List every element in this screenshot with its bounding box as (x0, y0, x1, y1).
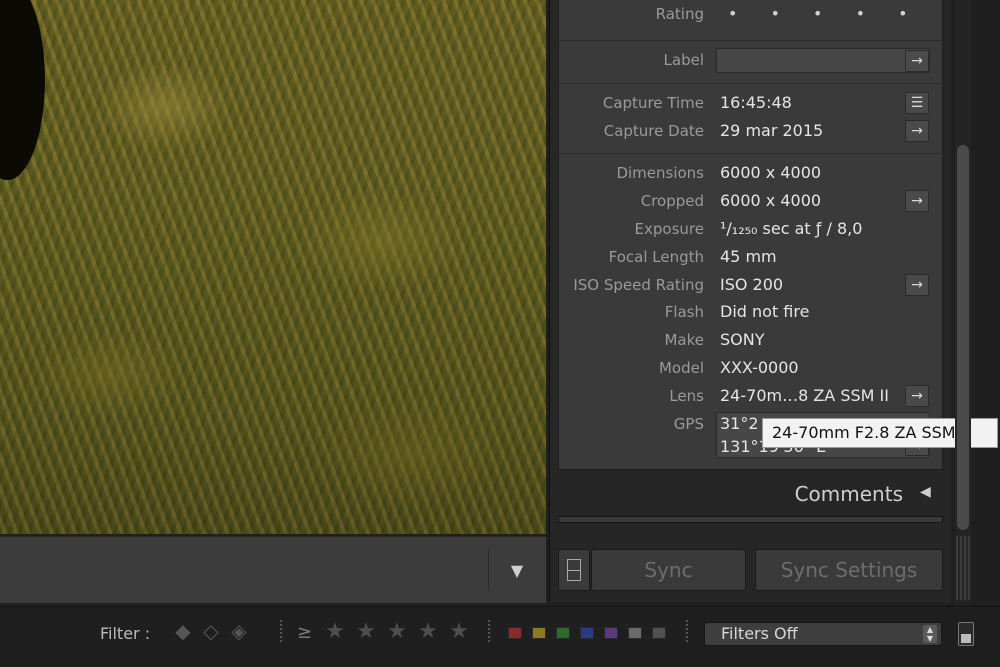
dotted-separator (686, 620, 688, 644)
rating-comparison-icon[interactable]: ≥ (297, 622, 312, 643)
cropped-arrow-icon[interactable]: → (905, 190, 929, 212)
gps-line1: 31°2 (720, 414, 759, 433)
focal-length-value: 45 mm (720, 247, 777, 266)
select-arrows-icon: ▲ ▼ (923, 625, 937, 643)
rating-label: Rating (655, 5, 704, 23)
lens-label: Lens (669, 387, 704, 405)
color-purple-icon[interactable] (604, 627, 618, 639)
star-filter-group: ★ ★ ★ ★ ★ (324, 619, 470, 644)
gps-label: GPS (673, 415, 704, 433)
cropped-label: Cropped (640, 192, 704, 210)
filters-preset-select[interactable]: Filters Off ▲ ▼ (704, 622, 942, 646)
label-field[interactable] (716, 48, 930, 73)
lens-arrow-icon[interactable]: → (905, 385, 929, 407)
color-custom-icon[interactable] (628, 627, 642, 639)
exposure-label: Exposure (634, 220, 704, 238)
color-label-filter-group (508, 627, 666, 639)
bottom-toolbar (0, 536, 546, 603)
sync-button[interactable]: Sync (591, 549, 746, 591)
model-value: XXX-0000 (720, 358, 799, 377)
filter-lock-icon[interactable] (958, 622, 974, 646)
dimensions-label: Dimensions (616, 164, 704, 182)
sync-settings-button[interactable]: Sync Settings (755, 549, 943, 591)
color-red-icon[interactable] (508, 627, 522, 639)
photo-preview (0, 0, 546, 534)
unflagged-icon[interactable]: ◇ (200, 619, 222, 643)
flash-label: Flash (664, 303, 704, 321)
panel-scrollbar-thumb[interactable] (957, 145, 969, 530)
flag-filter-group: ◆ ◇ ◈ (172, 619, 250, 643)
reject-flag-icon[interactable]: ◈ (228, 619, 250, 643)
make-value: SONY (720, 330, 765, 349)
star-icon[interactable]: ★ (386, 619, 408, 644)
make-label: Make (664, 331, 704, 349)
comments-title[interactable]: Comments (700, 482, 903, 506)
toolbar-separator (488, 549, 489, 591)
toolbar-dropdown-icon[interactable]: ▼ (498, 554, 536, 586)
iso-label: ISO Speed Rating (573, 276, 704, 294)
iso-arrow-icon[interactable]: → (905, 274, 929, 296)
dimensions-value: 6000 x 4000 (720, 163, 822, 182)
capture-date-value: 29 mar 2015 (720, 121, 824, 140)
capture-date-label: Capture Date (603, 122, 704, 140)
dotted-separator (488, 620, 490, 644)
iso-value: ISO 200 (720, 275, 784, 294)
capture-time-label: Capture Time (602, 94, 704, 112)
capture-date-arrow-icon[interactable]: → (905, 120, 929, 142)
panel-resize-grip[interactable] (956, 536, 970, 600)
divider (558, 83, 943, 84)
color-green-icon[interactable] (556, 627, 570, 639)
filters-select-value: Filters Off (721, 624, 798, 643)
color-blue-icon[interactable] (580, 627, 594, 639)
focal-length-label: Focal Length (608, 248, 704, 266)
star-icon[interactable]: ★ (417, 619, 439, 644)
comments-bar (558, 516, 943, 523)
divider (558, 153, 943, 154)
divider (558, 40, 943, 41)
auto-sync-toggle[interactable] (558, 549, 590, 591)
lens-value: 24-70m…8 ZA SSM II (720, 386, 889, 405)
color-none-icon[interactable] (652, 627, 666, 639)
cropped-value: 6000 x 4000 (720, 191, 822, 210)
photo-dark-edge (0, 0, 45, 180)
star-icon[interactable]: ★ (355, 619, 377, 644)
label-arrow-icon[interactable]: → (905, 50, 929, 72)
star-icon[interactable]: ★ (448, 619, 470, 644)
capture-time-list-icon[interactable]: ☰ (905, 92, 929, 114)
star-icon[interactable]: ★ (324, 619, 346, 644)
color-yellow-icon[interactable] (532, 627, 546, 639)
filter-label: Filter : (100, 624, 151, 643)
rating-dots[interactable]: • • • • • (728, 4, 922, 23)
flash-value: Did not fire (720, 302, 810, 321)
sync-switch-icon (567, 559, 581, 581)
label-label: Label (663, 51, 704, 69)
dotted-separator (280, 620, 282, 644)
exposure-value: ¹/₁₂₅₀ sec at ƒ / 8,0 (720, 219, 863, 238)
capture-time-value: 16:45:48 (720, 93, 792, 112)
collapse-triangle-icon[interactable]: ◀ (920, 484, 931, 500)
pick-flag-icon[interactable]: ◆ (172, 619, 194, 643)
model-label: Model (658, 359, 704, 377)
